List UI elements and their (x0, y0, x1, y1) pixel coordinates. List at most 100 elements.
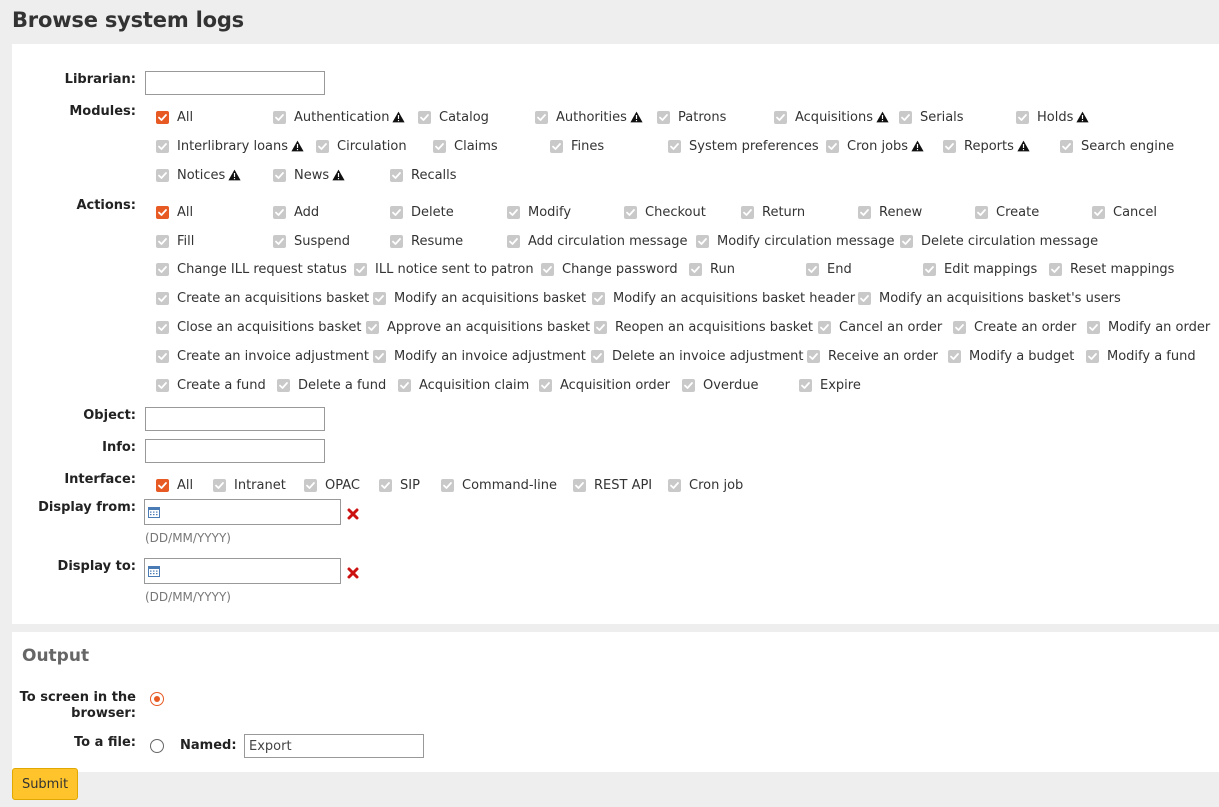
calendar-icon[interactable] (148, 506, 160, 518)
unchecked-checkbox-icon[interactable] (948, 349, 961, 363)
action-checkbox-modify-circulation-message[interactable]: Modify circulation message (696, 232, 894, 250)
unchecked-checkbox-icon[interactable] (507, 234, 520, 248)
unchecked-checkbox-icon[interactable] (1060, 139, 1073, 153)
unchecked-checkbox-icon[interactable] (807, 349, 820, 363)
action-checkbox-change-ill-request-status[interactable]: Change ILL request status (156, 260, 347, 278)
unchecked-checkbox-icon[interactable] (156, 262, 169, 276)
interface-checkbox-command-line[interactable]: Command-line (441, 476, 557, 494)
module-checkbox-claims[interactable]: Claims (433, 137, 498, 155)
unchecked-checkbox-icon[interactable] (668, 478, 681, 492)
action-checkbox-modify-an-invoice-adjustment[interactable]: Modify an invoice adjustment (373, 347, 586, 365)
action-checkbox-modify-a-fund[interactable]: Modify a fund (1086, 347, 1196, 365)
unchecked-checkbox-icon[interactable] (774, 110, 787, 124)
unchecked-checkbox-icon[interactable] (550, 139, 563, 153)
action-checkbox-modify-an-acquisitions-basket[interactable]: Modify an acquisitions basket (373, 289, 586, 307)
unchecked-checkbox-icon[interactable] (273, 168, 286, 182)
filename-input[interactable] (244, 734, 424, 758)
info-input[interactable] (145, 439, 325, 463)
unchecked-checkbox-icon[interactable] (594, 320, 607, 334)
display-to-input[interactable] (144, 558, 341, 584)
unchecked-checkbox-icon[interactable] (398, 378, 411, 392)
unchecked-checkbox-icon[interactable] (277, 378, 290, 392)
unchecked-checkbox-icon[interactable] (156, 234, 169, 248)
unchecked-checkbox-icon[interactable] (799, 378, 812, 392)
calendar-icon[interactable] (148, 565, 160, 577)
to-file-radio[interactable] (150, 739, 164, 753)
action-checkbox-return[interactable]: Return (741, 203, 805, 221)
action-checkbox-add-circulation-message[interactable]: Add circulation message (507, 232, 688, 250)
unchecked-checkbox-icon[interactable] (923, 262, 936, 276)
action-checkbox-create-an-invoice-adjustment[interactable]: Create an invoice adjustment (156, 347, 369, 365)
to-screen-radio[interactable] (150, 692, 164, 706)
module-checkbox-news[interactable]: News (273, 166, 345, 184)
action-checkbox-modify-an-acquisitions-basket-header[interactable]: Modify an acquisitions basket header (592, 289, 855, 307)
action-checkbox-add[interactable]: Add (273, 203, 319, 221)
unchecked-checkbox-icon[interactable] (899, 110, 912, 124)
unchecked-checkbox-icon[interactable] (390, 234, 403, 248)
unchecked-checkbox-icon[interactable] (953, 320, 966, 334)
interface-checkbox-cron-job[interactable]: Cron job (668, 476, 743, 494)
action-checkbox-receive-an-order[interactable]: Receive an order (807, 347, 938, 365)
module-checkbox-acquisitions[interactable]: Acquisitions (774, 108, 889, 126)
action-checkbox-expire[interactable]: Expire (799, 376, 861, 394)
action-checkbox-create[interactable]: Create (975, 203, 1039, 221)
unchecked-checkbox-icon[interactable] (535, 110, 548, 124)
unchecked-checkbox-icon[interactable] (316, 139, 329, 153)
action-checkbox-renew[interactable]: Renew (858, 203, 922, 221)
interface-checkbox-all[interactable]: All (156, 476, 193, 494)
unchecked-checkbox-icon[interactable] (390, 168, 403, 182)
unchecked-checkbox-icon[interactable] (366, 320, 379, 334)
unchecked-checkbox-icon[interactable] (858, 205, 871, 219)
unchecked-checkbox-icon[interactable] (156, 168, 169, 182)
unchecked-checkbox-icon[interactable] (273, 234, 286, 248)
interface-checkbox-intranet[interactable]: Intranet (213, 476, 286, 494)
module-checkbox-search-engine[interactable]: Search engine (1060, 137, 1174, 155)
unchecked-checkbox-icon[interactable] (592, 291, 605, 305)
module-checkbox-authentication[interactable]: Authentication (273, 108, 406, 126)
module-checkbox-catalog[interactable]: Catalog (418, 108, 489, 126)
action-checkbox-run[interactable]: Run (689, 260, 735, 278)
module-checkbox-holds[interactable]: Holds (1016, 108, 1089, 126)
unchecked-checkbox-icon[interactable] (689, 262, 702, 276)
object-input[interactable] (145, 407, 325, 431)
action-checkbox-delete-a-fund[interactable]: Delete a fund (277, 376, 386, 394)
module-checkbox-system-preferences[interactable]: System preferences (668, 137, 819, 155)
unchecked-checkbox-icon[interactable] (591, 349, 604, 363)
unchecked-checkbox-icon[interactable] (273, 205, 286, 219)
unchecked-checkbox-icon[interactable] (696, 234, 709, 248)
checked-checkbox-icon[interactable] (156, 205, 169, 219)
module-checkbox-recalls[interactable]: Recalls (390, 166, 457, 184)
module-checkbox-reports[interactable]: Reports (943, 137, 1030, 155)
action-checkbox-end[interactable]: End (806, 260, 852, 278)
action-checkbox-reopen-an-acquisitions-basket[interactable]: Reopen an acquisitions basket (594, 318, 813, 336)
unchecked-checkbox-icon[interactable] (573, 478, 586, 492)
action-checkbox-approve-an-acquisitions-basket[interactable]: Approve an acquisitions basket (366, 318, 590, 336)
unchecked-checkbox-icon[interactable] (741, 205, 754, 219)
action-checkbox-close-an-acquisitions-basket[interactable]: Close an acquisitions basket (156, 318, 361, 336)
module-checkbox-interlibrary-loans[interactable]: Interlibrary loans (156, 137, 304, 155)
action-checkbox-all[interactable]: All (156, 203, 193, 221)
unchecked-checkbox-icon[interactable] (826, 139, 839, 153)
unchecked-checkbox-icon[interactable] (806, 262, 819, 276)
unchecked-checkbox-icon[interactable] (156, 378, 169, 392)
unchecked-checkbox-icon[interactable] (1049, 262, 1062, 276)
unchecked-checkbox-icon[interactable] (213, 478, 226, 492)
module-checkbox-fines[interactable]: Fines (550, 137, 604, 155)
unchecked-checkbox-icon[interactable] (818, 320, 831, 334)
unchecked-checkbox-icon[interactable] (1086, 349, 1099, 363)
action-checkbox-change-password[interactable]: Change password (541, 260, 678, 278)
unchecked-checkbox-icon[interactable] (858, 291, 871, 305)
action-checkbox-delete[interactable]: Delete (390, 203, 454, 221)
action-checkbox-ill-notice-sent-to-patron[interactable]: ILL notice sent to patron (354, 260, 534, 278)
action-checkbox-cancel-an-order[interactable]: Cancel an order (818, 318, 942, 336)
action-checkbox-modify-an-order[interactable]: Modify an order (1087, 318, 1210, 336)
action-checkbox-edit-mappings[interactable]: Edit mappings (923, 260, 1037, 278)
module-checkbox-cron-jobs[interactable]: Cron jobs (826, 137, 924, 155)
action-checkbox-acquisition-order[interactable]: Acquisition order (539, 376, 670, 394)
unchecked-checkbox-icon[interactable] (441, 478, 454, 492)
unchecked-checkbox-icon[interactable] (433, 139, 446, 153)
unchecked-checkbox-icon[interactable] (541, 262, 554, 276)
action-checkbox-create-a-fund[interactable]: Create a fund (156, 376, 266, 394)
action-checkbox-delete-an-invoice-adjustment[interactable]: Delete an invoice adjustment (591, 347, 804, 365)
unchecked-checkbox-icon[interactable] (373, 291, 386, 305)
